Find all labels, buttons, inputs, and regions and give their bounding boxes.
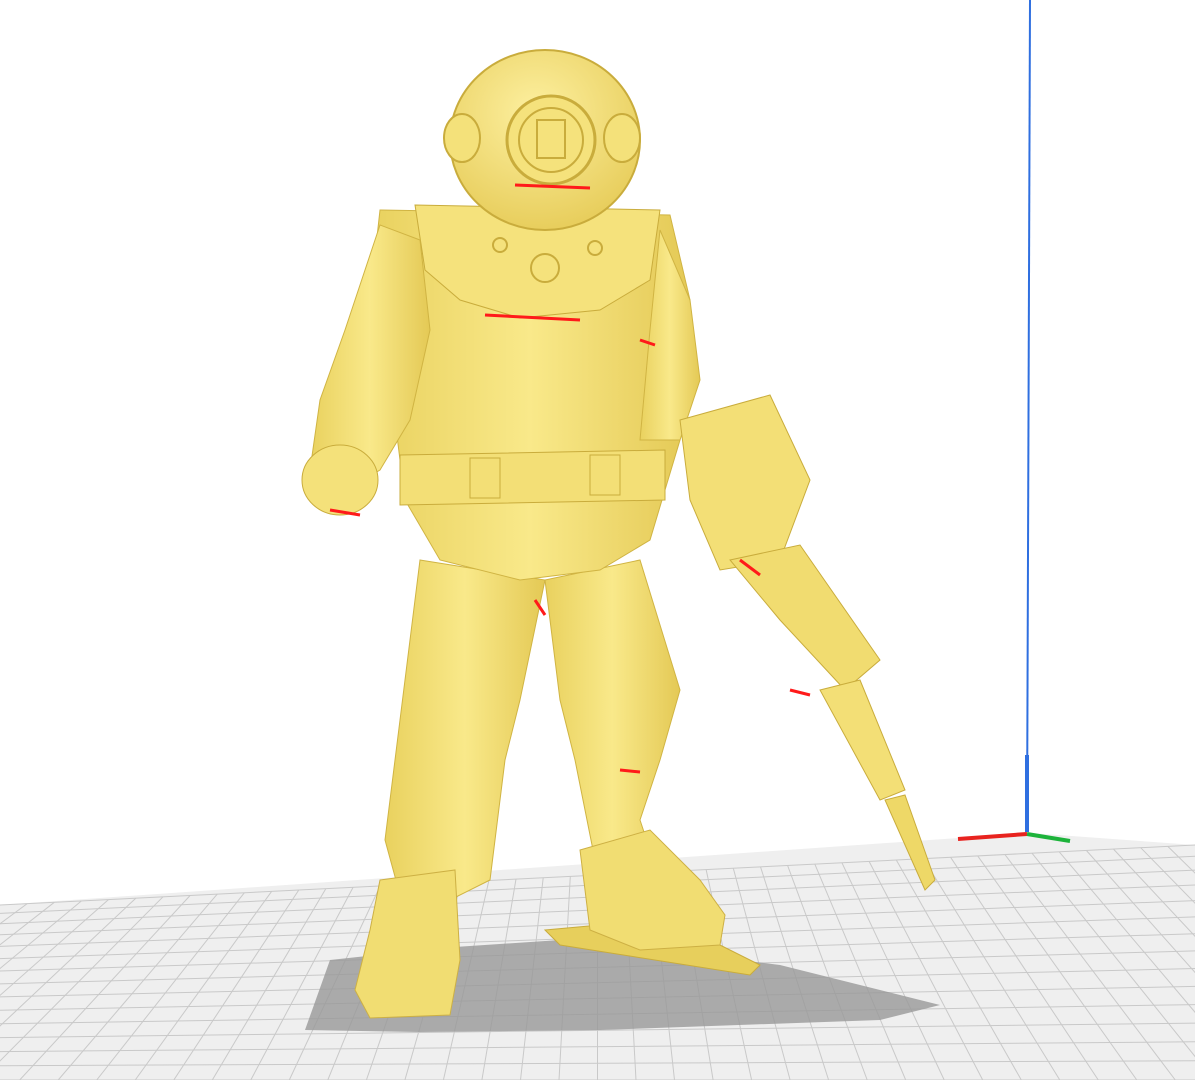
viewport-canvas[interactable] (0, 0, 1195, 1080)
build-volume-edge (1026, 0, 1031, 833)
3d-viewport[interactable] (0, 0, 1195, 1080)
axis-indicator (957, 755, 1071, 843)
